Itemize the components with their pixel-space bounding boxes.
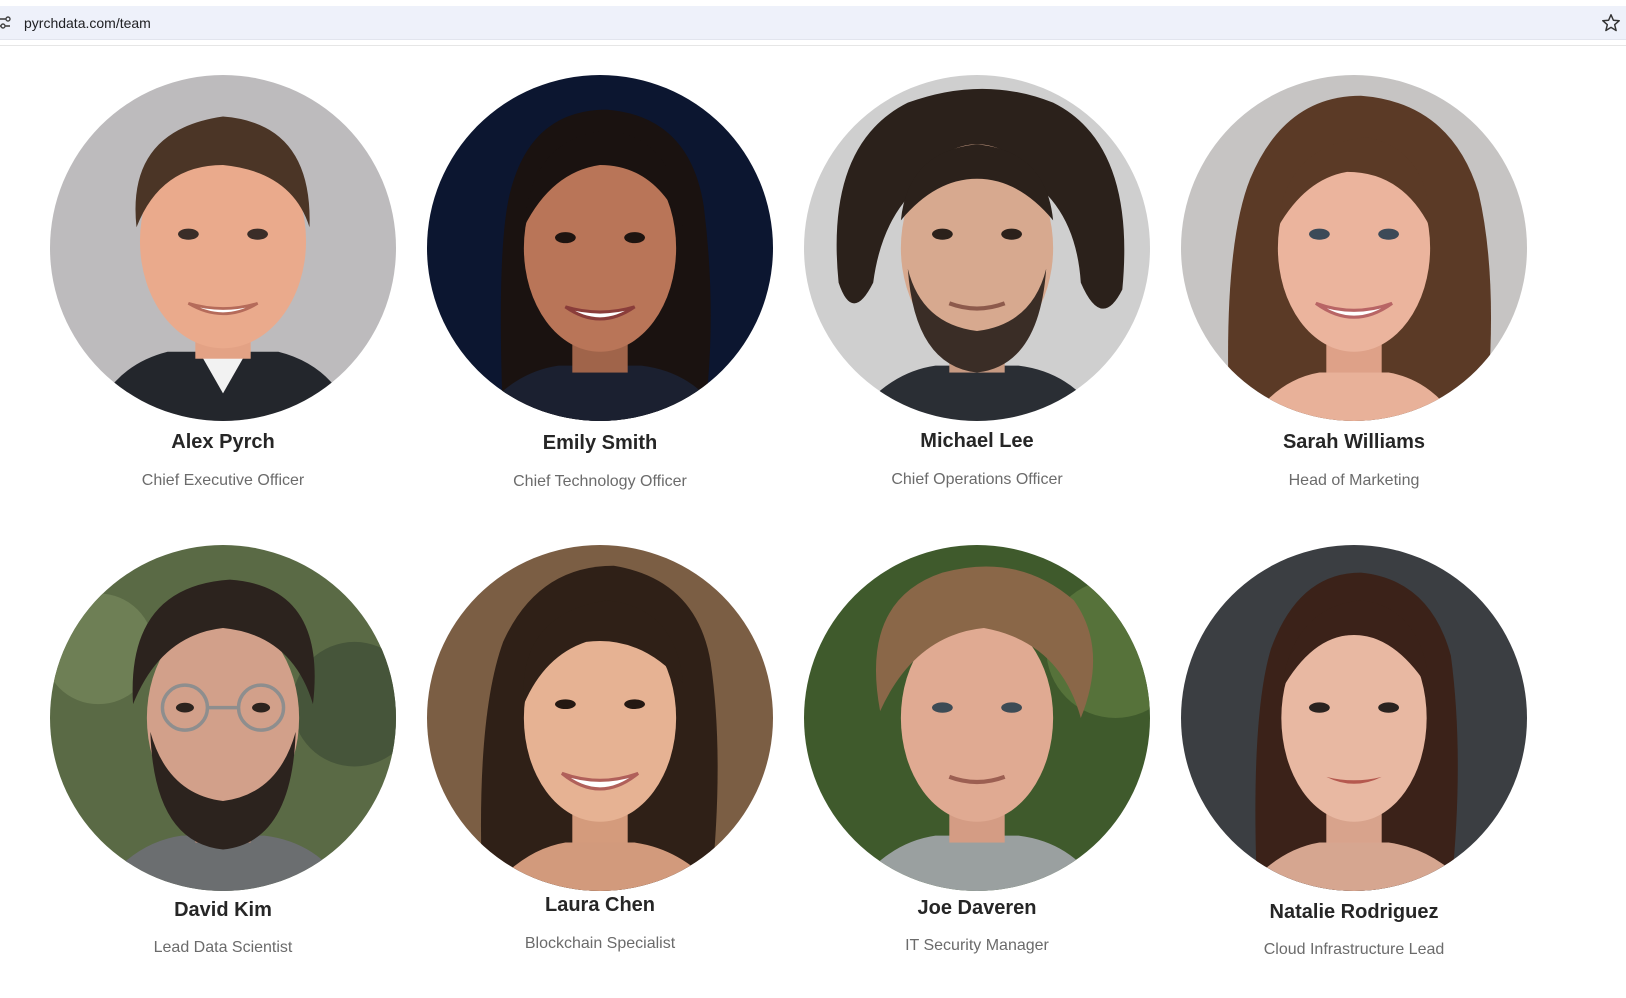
portrait-photo	[427, 75, 773, 421]
portrait-photo	[804, 75, 1150, 421]
member-name: Natalie Rodriguez	[1269, 901, 1439, 923]
member-role: Blockchain Specialist	[524, 935, 676, 952]
member-name: Laura Chen	[544, 894, 656, 916]
portrait-photo	[50, 545, 396, 891]
member-name: Joe Daveren	[917, 897, 1037, 919]
tune-icon[interactable]	[0, 15, 14, 31]
member-role: Chief Technology Officer	[513, 473, 687, 490]
member-name: Michael Lee	[920, 430, 1034, 452]
portrait-photo	[1181, 545, 1527, 891]
portrait-photo	[427, 545, 773, 891]
member-role: Head of Marketing	[1288, 472, 1420, 489]
member-role: IT Security Manager	[905, 937, 1049, 954]
team-card: Michael Lee Chief Operations Officer	[797, 75, 1157, 505]
bookmark-star-icon[interactable]	[1600, 12, 1622, 34]
team-card: Natalie Rodriguez Cloud Infrastructure L…	[1174, 545, 1534, 975]
team-card: Laura Chen Blockchain Specialist	[420, 545, 780, 975]
member-name: Sarah Williams	[1282, 431, 1426, 453]
portrait-photo	[50, 75, 396, 421]
member-name: David Kim	[174, 899, 272, 921]
team-card: David Kim Lead Data Scientist	[43, 545, 403, 975]
address-bar[interactable]: pyrchdata.com/team	[0, 6, 1626, 40]
member-role: Chief Operations Officer	[891, 471, 1063, 488]
member-role: Cloud Infrastructure Lead	[1263, 941, 1445, 958]
header-divider	[0, 45, 1626, 46]
member-name: Alex Pyrch	[171, 431, 275, 453]
team-card: Sarah Williams Head of Marketing	[1174, 75, 1534, 505]
portrait-photo	[804, 545, 1150, 891]
url-text[interactable]: pyrchdata.com/team	[24, 15, 151, 31]
team-card: Alex Pyrch Chief Executive Officer	[43, 75, 403, 505]
member-role: Chief Executive Officer	[141, 472, 305, 489]
member-name: Emily Smith	[542, 432, 658, 454]
member-role: Lead Data Scientist	[153, 939, 293, 956]
team-card: Emily Smith Chief Technology Officer	[420, 75, 780, 505]
portrait-photo	[1181, 75, 1527, 421]
team-card: Joe Daveren IT Security Manager	[797, 545, 1157, 975]
